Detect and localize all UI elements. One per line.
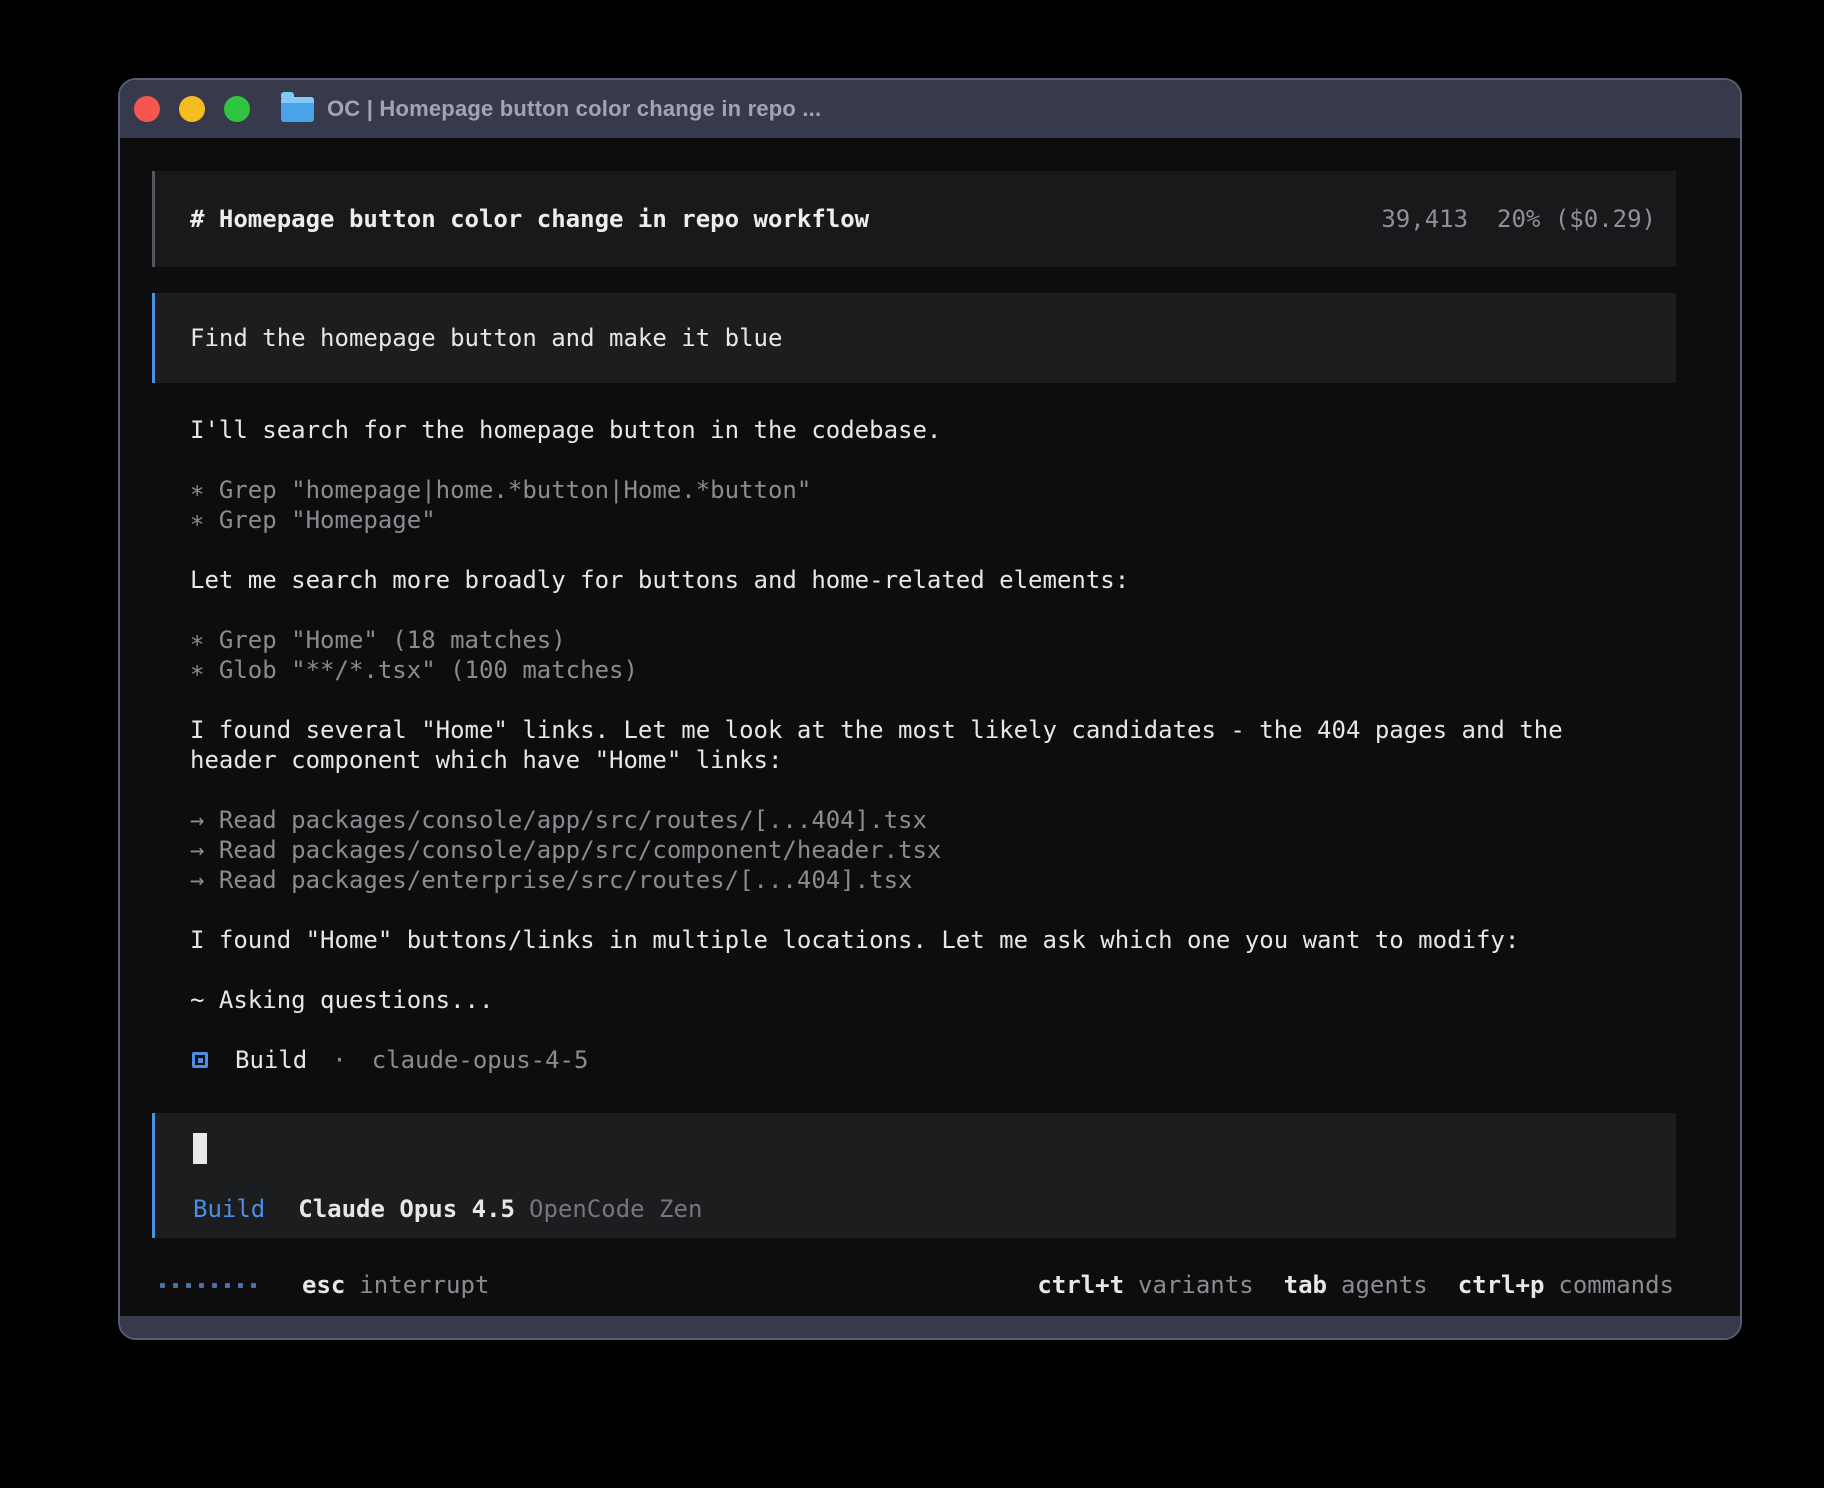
blank-line — [190, 895, 1676, 925]
spinner-dot — [199, 1283, 204, 1288]
folder-icon — [281, 97, 314, 122]
agent-name: Build — [235, 1046, 307, 1074]
terminal-content: # Homepage button color change in repo w… — [120, 138, 1740, 1316]
shortcut-hint: tabagents — [1284, 1271, 1428, 1299]
assistant-text-line: I found "Home" buttons/links in multiple… — [190, 925, 1590, 955]
spinner-dot — [173, 1283, 178, 1288]
tool-call-line: ∗ Grep "Home" (18 matches) — [190, 625, 1590, 655]
spinner-dot — [251, 1283, 256, 1288]
user-message-text: Find the homepage button and make it blu… — [190, 324, 782, 352]
session-title: # Homepage button color change in repo w… — [190, 205, 869, 233]
titlebar[interactable]: OC | Homepage button color change in rep… — [120, 80, 1740, 138]
shortcut-hint: ctrl+pcommands — [1458, 1271, 1674, 1299]
input-status-bar: Build Claude Opus 4.5 OpenCode Zen — [193, 1195, 1640, 1223]
minimize-button[interactable] — [179, 96, 205, 122]
tool-call-line: ∗ Glob "**/*.tsx" (100 matches) — [190, 655, 1590, 685]
user-message: Find the homepage button and make it blu… — [152, 293, 1676, 383]
shortcut-hint: ctrl+tvariants — [1037, 1271, 1253, 1299]
text-cursor — [193, 1133, 207, 1164]
tool-call-line: ∗ Grep "Homepage" — [190, 505, 1590, 535]
close-button[interactable] — [134, 96, 160, 122]
spinner-dot — [225, 1283, 230, 1288]
footer-shortcuts: ctrl+tvariants tabagents ctrl+pcommands — [1037, 1271, 1674, 1299]
assistant-text-line: Let me search more broadly for buttons a… — [190, 565, 1590, 595]
status-footer: esc interrupt ctrl+tvariantstabagentsctr… — [152, 1270, 1676, 1300]
blank-line — [190, 535, 1676, 565]
agent-model: claude-opus-4-5 — [372, 1046, 589, 1074]
tool-call-line: → Read packages/enterprise/src/routes/[.… — [190, 865, 1590, 895]
terminal-window: OC | Homepage button color change in rep… — [118, 78, 1742, 1340]
tool-call-line: ∗ Grep "homepage|home.*button|Home.*butt… — [190, 475, 1590, 505]
agent-status-line: Build · claude-opus-4-5 — [152, 1045, 1676, 1075]
spinner-dots-icon — [160, 1283, 256, 1288]
active-agent: Build — [193, 1195, 265, 1223]
blank-line — [190, 1015, 1676, 1045]
model-provider: OpenCode Zen — [529, 1195, 702, 1223]
blank-line — [190, 685, 1676, 715]
spinner-dot — [186, 1283, 191, 1288]
tool-call-line: → Read packages/console/app/src/routes/[… — [190, 805, 1590, 835]
interrupt-key: esc — [302, 1271, 345, 1299]
blank-line — [190, 955, 1676, 985]
assistant-text-line: ~ Asking questions... — [190, 985, 1590, 1015]
interrupt-label: interrupt — [359, 1271, 489, 1299]
tool-call-line: → Read packages/console/app/src/componen… — [190, 835, 1590, 865]
assistant-text-line: I'll search for the homepage button in t… — [190, 415, 1590, 445]
blank-line — [190, 595, 1676, 625]
blank-line — [190, 775, 1676, 805]
token-count: 39,413 — [1381, 205, 1468, 233]
spinner-dot — [238, 1283, 243, 1288]
conversation: I'll search for the homepage button in t… — [152, 415, 1676, 1045]
context-cost: 20% ($0.29) — [1497, 205, 1656, 233]
square-dot-icon — [192, 1052, 208, 1068]
spinner-dot — [212, 1283, 217, 1288]
assistant-text-line: I found several "Home" links. Let me loo… — [190, 715, 1590, 775]
session-stats: 39,413 20% ($0.29) — [1381, 205, 1656, 233]
active-model: Claude Opus 4.5 — [298, 1195, 515, 1223]
footer-left: esc interrupt — [160, 1271, 489, 1299]
spinner-dot — [160, 1283, 165, 1288]
zoom-button[interactable] — [224, 96, 250, 122]
window-bottom-edge — [120, 1316, 1740, 1338]
agent-separator: · — [332, 1046, 346, 1074]
prompt-input[interactable]: Build Claude Opus 4.5 OpenCode Zen — [152, 1113, 1676, 1238]
blank-line — [190, 445, 1676, 475]
session-header: # Homepage button color change in repo w… — [152, 171, 1676, 267]
window-title: OC | Homepage button color change in rep… — [327, 96, 821, 122]
